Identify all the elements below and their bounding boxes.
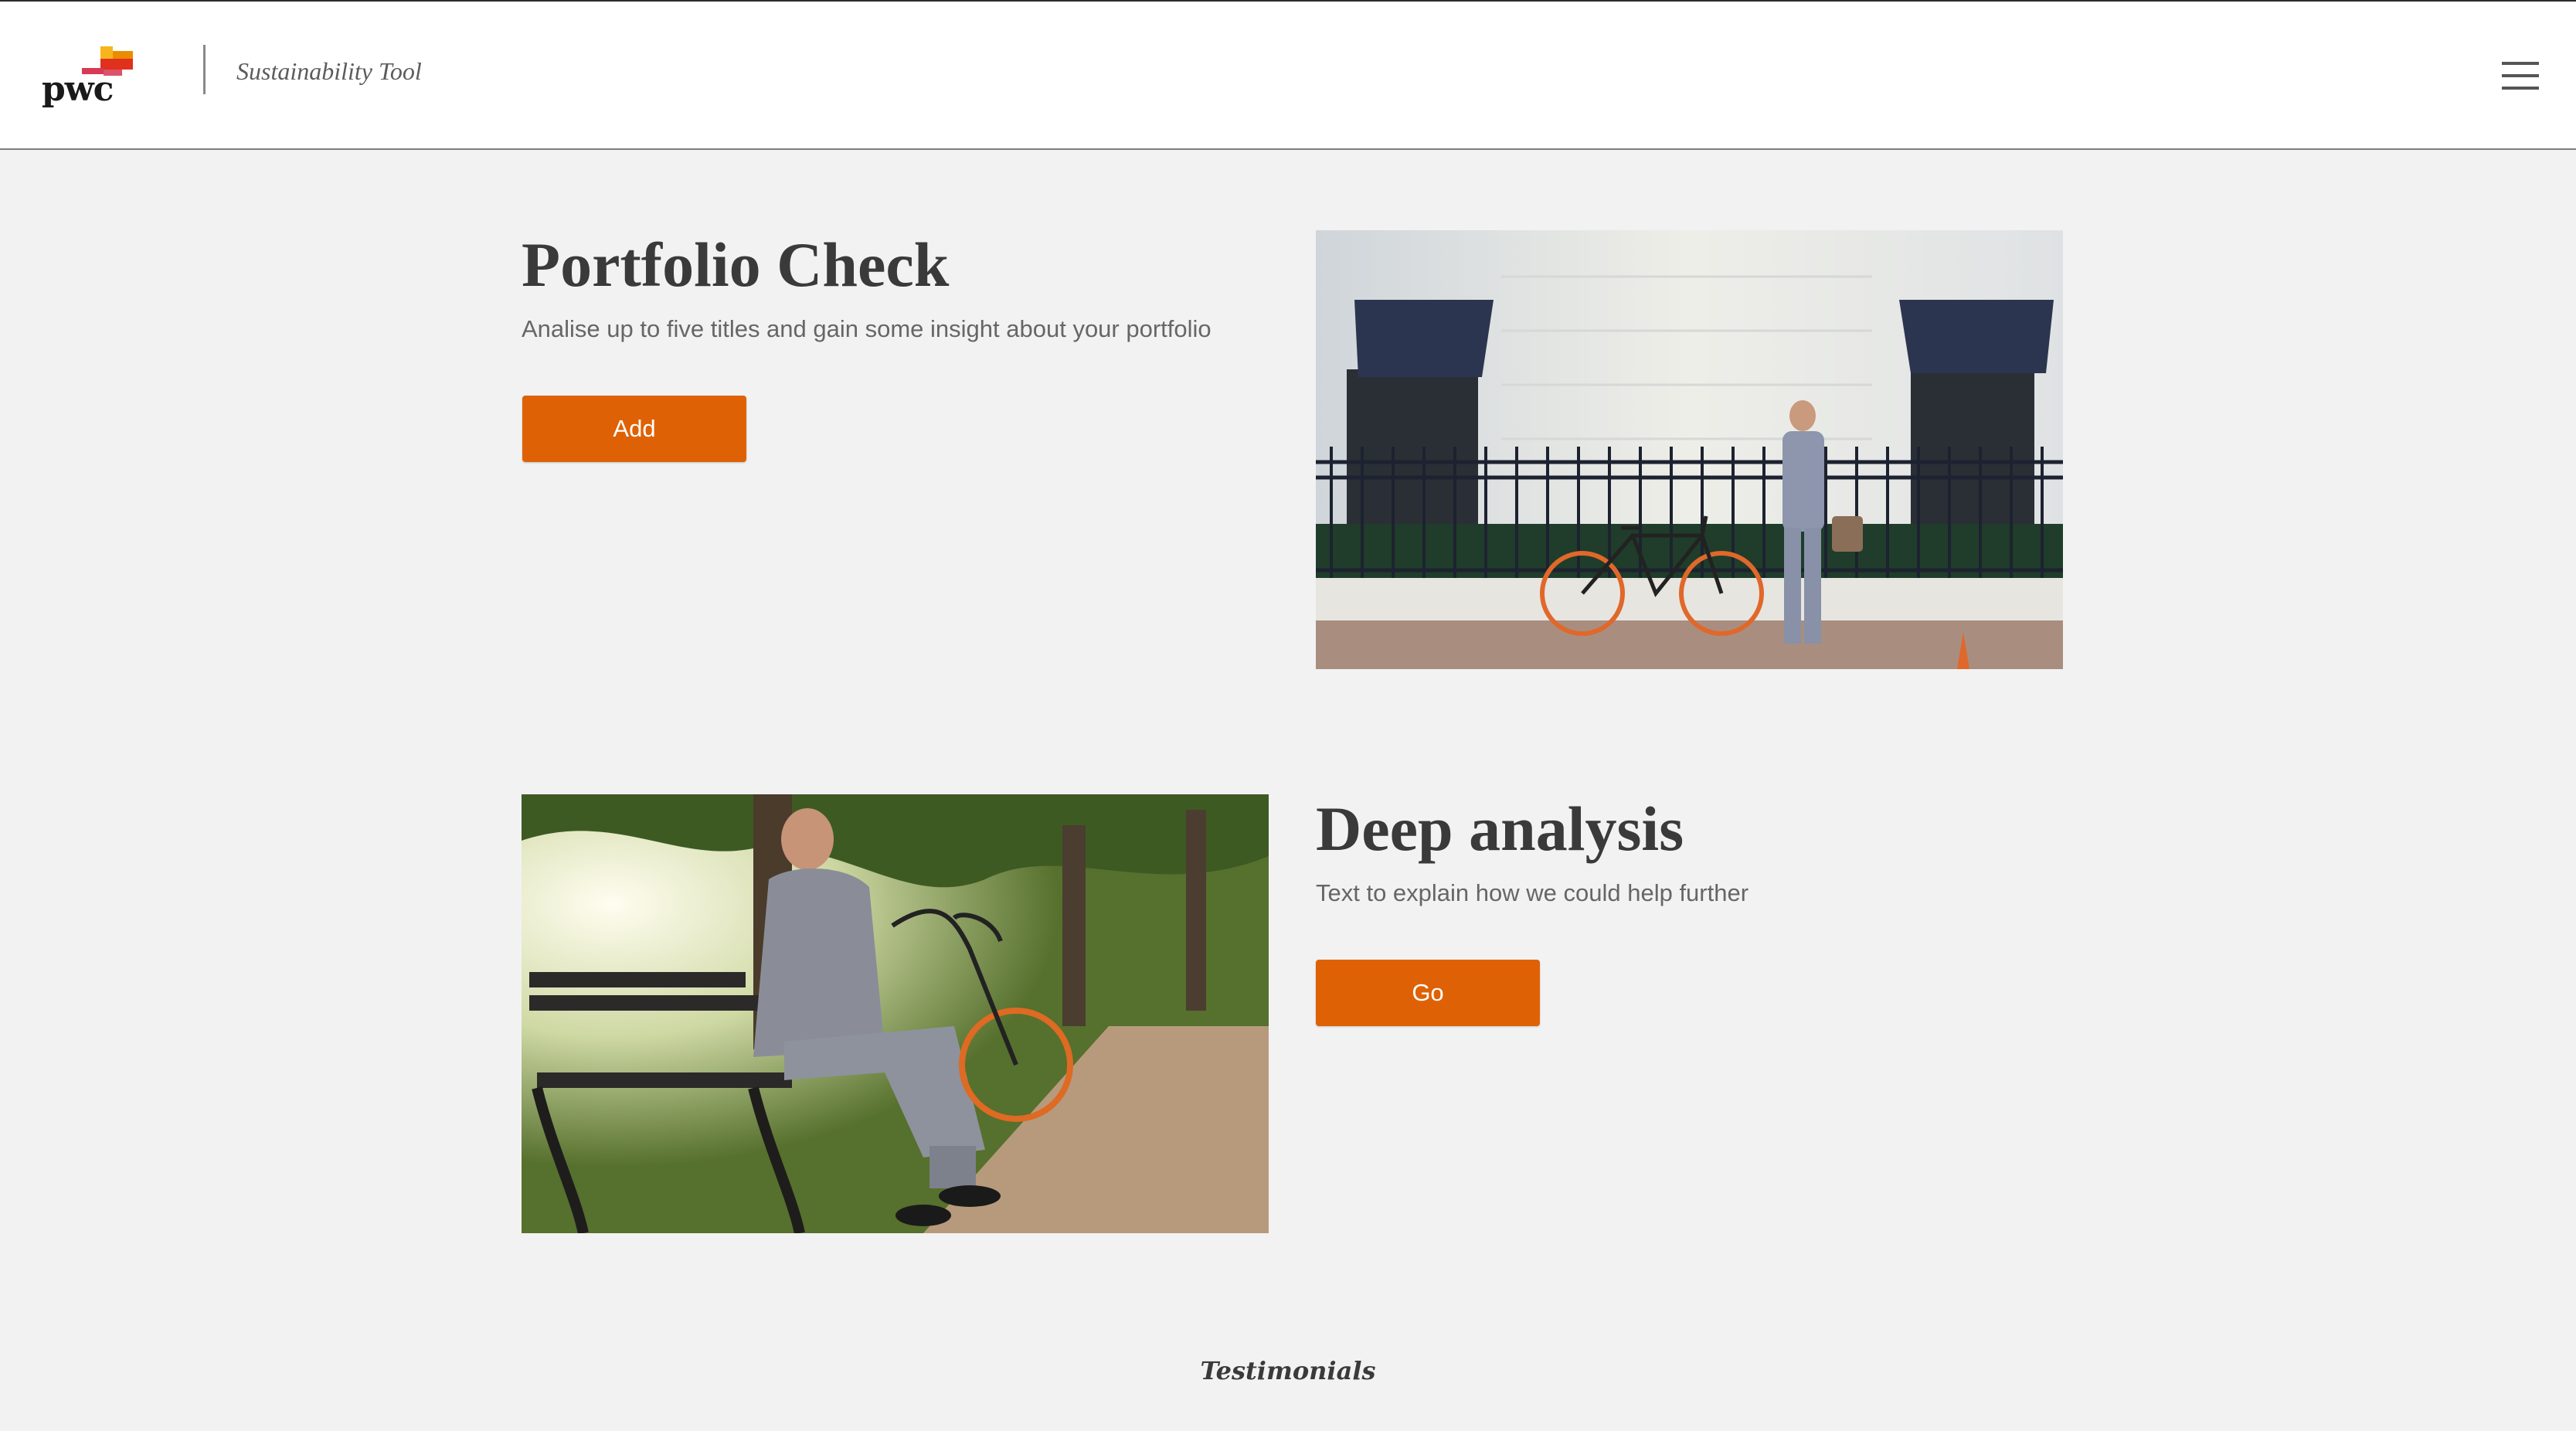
top-header: pwc Sustainability Tool [0, 0, 2576, 150]
portfolio-title: Portfolio Check [522, 229, 950, 300]
analysis-description: Text to explain how we could help furthe… [1316, 879, 1749, 906]
photo-businessman-standing-with-bicycle [1316, 230, 2063, 669]
go-button[interactable]: Go [1316, 960, 1540, 1026]
pwc-logo[interactable]: pwc [40, 43, 133, 114]
analysis-title: Deep analysis [1316, 794, 1684, 864]
add-button[interactable]: Add [522, 396, 746, 462]
portfolio-description: Analise up to five titles and gain some … [522, 315, 1212, 342]
header-divider [203, 45, 206, 94]
logo-wordmark: pwc [42, 70, 114, 109]
photo-businessman-on-park-bench [522, 794, 1269, 1233]
app-name: Sustainability Tool [236, 57, 422, 85]
testimonials-heading: Testimonials [1200, 1356, 1376, 1385]
hamburger-menu-icon[interactable] [2502, 60, 2540, 91]
